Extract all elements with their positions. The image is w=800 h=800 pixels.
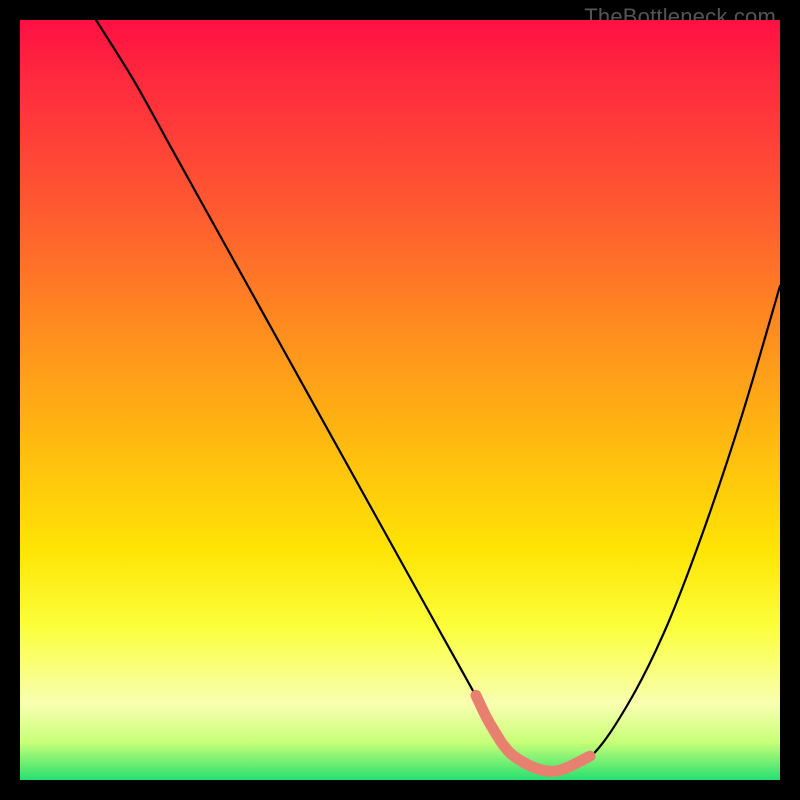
chart-frame: TheBottleneck.com bbox=[0, 0, 800, 800]
bottleneck-highlight bbox=[476, 695, 590, 771]
chart-svg bbox=[20, 20, 780, 780]
bottleneck-curve bbox=[96, 20, 780, 772]
plot-area bbox=[20, 20, 780, 780]
